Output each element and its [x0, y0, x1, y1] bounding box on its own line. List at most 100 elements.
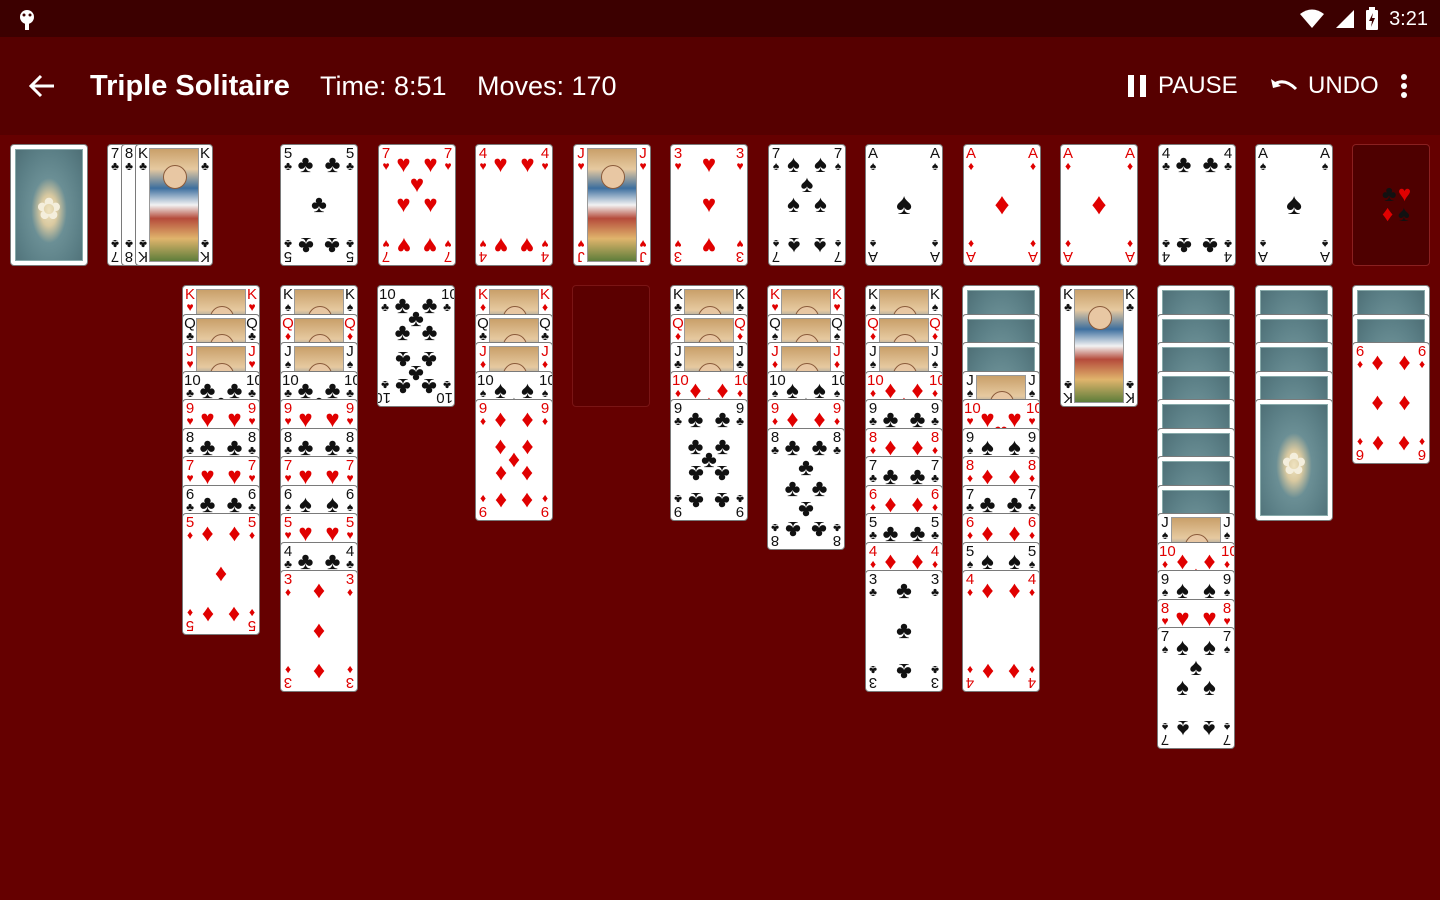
- card-index-tl: A ♠: [1257, 146, 1269, 172]
- card-index-tl: 4 ♣: [1160, 146, 1172, 172]
- card-index-tr: 3 ♦: [344, 572, 356, 598]
- card-index-tl: J ♥: [184, 344, 196, 370]
- card-index-tr: 8♣: [344, 430, 356, 456]
- card-index-br: 3 ♥: [734, 237, 746, 265]
- tableau-card[interactable]: 3 ♣ 3 ♣ 3 ♣ 3 ♣ ♣ ♣ ♣: [865, 570, 943, 692]
- card-pips: ♥♥♥♥♥♥♥: [393, 149, 441, 261]
- card-index-tl: 10 ♦: [672, 373, 689, 399]
- tableau-card[interactable]: 8♣8♣8♣8♣♣♣♣♣♣♣♣♣: [767, 427, 845, 550]
- card-index-tr: 10♠: [831, 373, 844, 399]
- pip-icon: ♣: [297, 232, 314, 260]
- tableau-card[interactable]: 10♣10♣10♣10♣♣♣♣♣♣♣♣♣♣♣: [377, 285, 455, 407]
- card-index-tr: J ♠: [344, 344, 356, 370]
- card-index-tl: K ♠: [282, 287, 294, 313]
- pip-icon: ♠: [787, 232, 800, 260]
- card-index-br: A ♠: [1319, 237, 1331, 265]
- card-pips: ♥ ♥ ♥ ♥: [490, 149, 538, 261]
- pip-icon: ♣: [311, 191, 327, 218]
- pip-icon: ♦: [201, 519, 214, 547]
- tableau-card[interactable]: 9♣9♣9♣9♣♣♣♣♣♣♣♣♣♣: [670, 399, 748, 521]
- back-button[interactable]: [22, 37, 62, 135]
- pip-icon: ♣: [1202, 150, 1219, 178]
- card-index-tl: Q ♦: [282, 316, 294, 342]
- card-index-tr: K ♥: [246, 287, 258, 313]
- pip-icon: ♣: [714, 405, 731, 433]
- foundation-pile[interactable]: 3 ♥ 3 ♥ 3 ♥ 3 ♥ ♥ ♥ ♥: [670, 144, 748, 266]
- pip-icon: ♦: [994, 188, 1010, 221]
- card-suit-icon: ♣: [771, 520, 779, 535]
- foundation-pile[interactable]: 4 ♥ 4 ♥ 4 ♥ 4 ♥ ♥ ♥ ♥ ♥: [475, 144, 553, 266]
- tableau-face-down-card[interactable]: [1255, 399, 1333, 521]
- tableau-empty-slot[interactable]: [572, 285, 650, 407]
- pause-button[interactable]: PAUSE: [1126, 37, 1238, 135]
- card-index-tl: 3 ♣: [867, 572, 879, 599]
- card-suit-icon: ♣: [869, 585, 877, 599]
- foundation-pile[interactable]: A ♦ A ♦ A ♦ A ♦ ♦: [1060, 144, 1138, 266]
- card-index-bl: 3 ♦: [282, 663, 294, 691]
- card-index-br: 3 ♦: [344, 663, 356, 691]
- pip-icon: ♦: [521, 487, 534, 515]
- auto-complete-button[interactable]: ♣ ♥ ♦ ♠: [1352, 144, 1430, 266]
- card-suit-icon: ♥: [639, 159, 647, 173]
- tableau-card[interactable]: 3 ♦ 3 ♦ 3 ♦ 3 ♦ ♦ ♦ ♦: [280, 570, 358, 692]
- tableau-card[interactable]: 9♦ 9♦ 9♦ 9♦♦♦♦♦♦♦♦♦♦: [475, 399, 553, 521]
- card-suit-icon: ♣: [869, 528, 877, 542]
- card-index-tr: Q ♣: [539, 316, 551, 342]
- card-index-tr: 5 ♦: [246, 515, 258, 541]
- card-index-tr: 4 ♣: [1222, 146, 1234, 172]
- card-suit-icon: ♣: [111, 159, 119, 173]
- card-pips: ♦ ♦ ♦ ♦ ♦ ♦: [1367, 347, 1415, 459]
- card-index-br: J♥: [637, 237, 649, 265]
- card-index-tl: 7 ♥: [184, 458, 196, 484]
- tableau-card[interactable]: K♣ K♣ K♣ K♣: [1060, 285, 1138, 407]
- pip-icon: ♦: [1008, 658, 1021, 686]
- foundation-pile[interactable]: 7 ♥ 7 ♥ 7 ♥ 7 ♥ ♥ ♥ ♥ ♥ ♥ ♥ ♥: [378, 144, 456, 266]
- card-index-tr: Q ♣: [246, 316, 258, 342]
- card-suit-icon: ♥: [248, 414, 256, 428]
- tableau-card[interactable]: 6♦6♦6♦6♦♦♦♦♦♦♦: [1352, 342, 1430, 464]
- undo-button[interactable]: UNDO: [1270, 37, 1379, 135]
- card-index-tl: 5 ♠: [964, 544, 976, 570]
- card-index-bl: 8♣: [123, 237, 135, 265]
- foundation-pile[interactable]: A ♦ A ♦ A ♦ A ♦ ♦: [963, 144, 1041, 266]
- card-index-tl: J ♠: [964, 373, 976, 399]
- foundation-pile[interactable]: J ♥ J ♥ J ♥ J ♥: [573, 144, 651, 266]
- tableau-card[interactable]: 4♦4♦4♦4♦♦♦♦♦: [962, 570, 1040, 692]
- card-pips: ♦ ♦ ♦ ♦: [977, 575, 1025, 687]
- foundation-pile[interactable]: A ♠ A ♠ A ♠ A ♠ ♠: [865, 144, 943, 266]
- card-index-tr: 10♣: [441, 287, 454, 313]
- card-index-bl: 10♣: [378, 378, 391, 406]
- card-suit-icon: ♣: [1028, 499, 1036, 514]
- pip-icon: ♦: [981, 576, 994, 604]
- card-suit-icon: ♥: [736, 237, 744, 251]
- card-index-tr: 9 ♥: [344, 401, 356, 427]
- card-index-tl: J ♦: [769, 344, 781, 370]
- pip-icon: ♠: [814, 191, 827, 218]
- tableau-card[interactable]: 5 ♦ 5 ♦ 5 ♦ 5 ♦ ♦ ♦ ♦ ♦ ♦: [182, 513, 260, 635]
- card-index-br: A ♦: [1124, 237, 1136, 265]
- stock-pile[interactable]: [10, 144, 88, 266]
- overflow-menu-button[interactable]: [1392, 37, 1416, 135]
- card-index-br: 5♣: [344, 237, 356, 265]
- foundation-pile[interactable]: 5 ♣ 5 ♣ 5 ♣ 5 ♣ ♣ ♣ ♣ ♣ ♣: [280, 144, 358, 266]
- pip-icon: ♥: [396, 232, 411, 260]
- waste-card[interactable]: K ♣ K ♣ K ♣ K ♣: [135, 144, 213, 266]
- card-index-tl: 10 ♣: [379, 287, 396, 313]
- card-suit-icon: ♥: [674, 237, 682, 251]
- foundation-pile[interactable]: 4 ♣ 4 ♣ 4 ♣ 4 ♣ ♣ ♣ ♣ ♣: [1158, 144, 1236, 266]
- card-index-tl: J ♦: [477, 344, 489, 370]
- card-index-tr: 7 ♠: [1221, 629, 1233, 655]
- card-suit-icon: ♥: [479, 159, 487, 173]
- foundation-pile[interactable]: A ♠ A ♠ A ♠ A ♠ ♠: [1255, 144, 1333, 266]
- pip-icon: ♠: [787, 191, 800, 218]
- card-suit-icon: ♣: [931, 663, 939, 677]
- pip-icon: ♥: [701, 232, 717, 260]
- foundation-pile[interactable]: 7 ♠ 7 ♠ 7 ♠ 7 ♠ ♠ ♠ ♠ ♠ ♠ ♠ ♠: [768, 144, 846, 266]
- card-index-bl: 7 ♠: [1159, 720, 1171, 748]
- card-index-tl: 5 ♣: [282, 146, 294, 172]
- undo-icon: [1271, 79, 1298, 91]
- card-index-tl: 9 ♦: [769, 401, 781, 427]
- card-suit-icon: ♣: [284, 442, 292, 457]
- card-index-tl: K ♠: [867, 287, 879, 313]
- tableau-card[interactable]: 7 ♠ 7 ♠ 7 ♠ 7 ♠ ♠ ♠ ♠ ♠ ♠ ♠ ♠: [1157, 627, 1235, 749]
